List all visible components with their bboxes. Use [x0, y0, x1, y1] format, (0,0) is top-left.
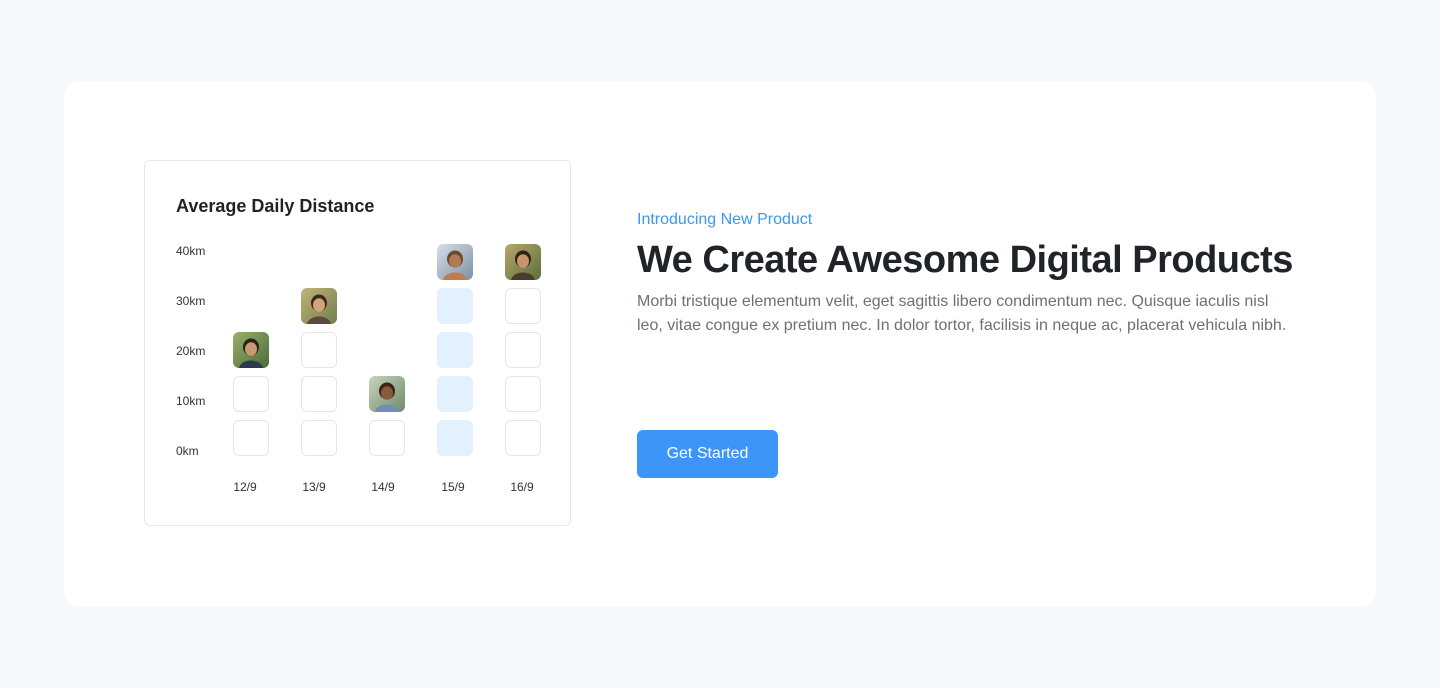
hero-description: Morbi tristique elementum velit, eget sa…: [637, 293, 1287, 334]
y-tick-label: 40km: [176, 244, 206, 258]
hero-card: Average Daily Distance 40km 30km 20km 10…: [64, 81, 1376, 607]
y-tick-label: 20km: [176, 344, 206, 358]
chart-title: Average Daily Distance: [176, 196, 375, 216]
avatar: [505, 244, 541, 280]
distance-cell: [233, 420, 269, 456]
y-tick-label: 10km: [176, 394, 206, 408]
x-tick-label: 14/9: [371, 480, 395, 494]
x-tick-label: 15/9: [441, 480, 465, 494]
hero-text: Introducing New Product We Create Awesom…: [637, 211, 1317, 338]
distance-cell: [505, 288, 541, 324]
page-title: We Create Awesome Digital Products: [637, 239, 1293, 281]
avatar: [437, 244, 473, 280]
avatar: [301, 288, 337, 324]
x-tick-label: 16/9: [510, 480, 534, 494]
x-tick-label: 13/9: [302, 480, 326, 494]
distance-cell: [301, 376, 337, 412]
distance-cell: [233, 376, 269, 412]
y-tick-label: 30km: [176, 294, 206, 308]
distance-cell: [437, 376, 473, 412]
distance-cell: [505, 376, 541, 412]
distance-cell: [301, 332, 337, 368]
x-tick-label: 12/9: [233, 480, 257, 494]
distance-cell: [505, 332, 541, 368]
distance-cell: [301, 420, 337, 456]
distance-cell: [437, 332, 473, 368]
get-started-button[interactable]: Get Started: [637, 430, 778, 478]
distance-cell: [369, 420, 405, 456]
avatar: [369, 376, 405, 412]
avatar: [233, 332, 269, 368]
eyebrow-label: Introducing New Product: [637, 211, 813, 228]
distance-chart-card: Average Daily Distance 40km 30km 20km 10…: [144, 160, 571, 526]
distance-cell: [437, 288, 473, 324]
distance-cell: [505, 420, 541, 456]
distance-cell: [437, 420, 473, 456]
y-tick-label: 0km: [176, 444, 199, 458]
